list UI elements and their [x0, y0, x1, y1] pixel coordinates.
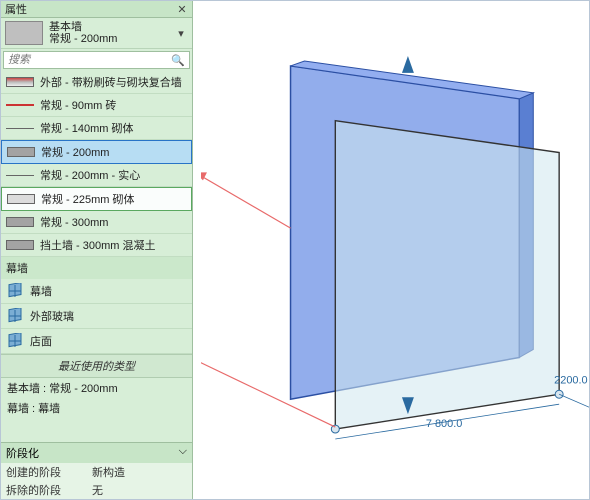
- dim-w[interactable]: 2200.0: [554, 374, 587, 386]
- wall-curtain[interactable]: [335, 121, 559, 429]
- type-item[interactable]: 外部 - 带粉刷砖与砌块复合墙: [1, 71, 192, 94]
- curtain-icon: [6, 307, 24, 325]
- type-item[interactable]: 常规 - 225mm 砌体: [1, 187, 192, 211]
- swatch-icon: [6, 128, 34, 129]
- type-item-label: 幕墙: [30, 283, 52, 299]
- type-item[interactable]: 常规 - 140mm 砌体: [1, 117, 192, 140]
- type-item[interactable]: 幕墙: [1, 279, 192, 304]
- type-item-label: 常规 - 300mm: [40, 214, 108, 230]
- recent-item[interactable]: 基本墙 : 常规 - 200mm: [1, 378, 192, 398]
- phasing-row[interactable]: 拆除的阶段无: [1, 481, 192, 499]
- type-item[interactable]: 常规 - 200mm - 实心: [1, 164, 192, 187]
- type-item[interactable]: 外部玻璃: [1, 304, 192, 329]
- expand-icon[interactable]: ⌵: [179, 445, 187, 461]
- panel-title: 属性: [5, 1, 27, 17]
- family-thumb: [5, 21, 43, 45]
- type-item[interactable]: 常规 - 200mm: [1, 140, 192, 164]
- type-item-label: 常规 - 200mm: [41, 144, 109, 160]
- handle-right[interactable]: [555, 390, 563, 398]
- type-item[interactable]: 挡土墙 - 300mm 混凝土: [1, 234, 192, 257]
- swatch-icon: [6, 104, 34, 106]
- dim-h[interactable]: 7 800.0: [426, 418, 463, 430]
- search-row: 🔍: [3, 51, 190, 69]
- family-name: 基本墙: [49, 21, 174, 33]
- family-type-selector[interactable]: 基本墙 常规 - 200mm ▾: [1, 18, 192, 49]
- type-item-label: 常规 - 225mm 砌体: [41, 191, 135, 207]
- swatch-icon: [6, 175, 34, 176]
- type-item[interactable]: 店面: [1, 329, 192, 354]
- viewport[interactable]: 7 800.0 2200.0: [201, 1, 589, 499]
- phasing-group: 阶段化 ⌵ 创建的阶段新构造拆除的阶段无: [1, 442, 192, 499]
- type-item-label: 常规 - 90mm 砖: [40, 97, 116, 113]
- type-item-label: 外部玻璃: [30, 308, 74, 324]
- phasing-value: 新构造: [92, 464, 187, 480]
- panel-header: 属性 ✕: [1, 1, 192, 18]
- curtain-icon: [6, 332, 24, 350]
- properties-panel: 属性 ✕ 基本墙 常规 - 200mm ▾ 🔍 外部 - 带粉刷砖与砌块复合墙常…: [1, 1, 193, 499]
- type-item-label: 店面: [30, 333, 52, 349]
- family-type: 常规 - 200mm: [49, 33, 174, 45]
- phasing-key: 拆除的阶段: [6, 482, 92, 498]
- type-item[interactable]: 常规 - 300mm: [1, 211, 192, 234]
- type-item-label: 常规 - 200mm - 实心: [40, 167, 140, 183]
- flip-arrow-top[interactable]: [402, 56, 414, 73]
- curtain-icon: [6, 282, 24, 300]
- type-item-label: 常规 - 140mm 砌体: [40, 120, 134, 136]
- close-icon[interactable]: ✕: [176, 3, 188, 15]
- search-input[interactable]: [4, 52, 167, 68]
- type-item-label: 外部 - 带粉刷砖与砌块复合墙: [40, 74, 182, 90]
- swatch-icon: [7, 147, 35, 157]
- type-item-label: 挡土墙 - 300mm 混凝土: [40, 237, 156, 253]
- phasing-value: 无: [92, 482, 187, 498]
- phasing-row[interactable]: 创建的阶段新构造: [1, 463, 192, 481]
- phasing-key: 创建的阶段: [6, 464, 92, 480]
- chevron-down-icon: ▾: [174, 27, 188, 40]
- type-list: 外部 - 带粉刷砖与砌块复合墙常规 - 90mm 砖常规 - 140mm 砌体常…: [1, 71, 192, 442]
- phasing-head: 阶段化: [6, 445, 39, 461]
- recent-head: 最近使用的类型: [1, 354, 192, 378]
- search-icon[interactable]: 🔍: [167, 54, 189, 67]
- type-item[interactable]: 常规 - 90mm 砖: [1, 94, 192, 117]
- recent-item[interactable]: 幕墙 : 幕墙: [1, 398, 192, 418]
- swatch-icon: [7, 194, 35, 204]
- dim-w-line: [559, 394, 589, 407]
- curtain-section-head: 幕墙: [1, 257, 192, 279]
- swatch-icon: [6, 77, 34, 87]
- swatch-icon: [6, 217, 34, 227]
- arrow-1: [201, 172, 291, 228]
- swatch-icon: [6, 240, 34, 250]
